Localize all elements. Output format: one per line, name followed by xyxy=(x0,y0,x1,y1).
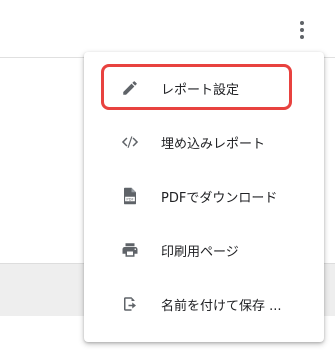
app-header xyxy=(0,0,335,58)
menu-item-embed-report[interactable]: 埋め込みレポート xyxy=(84,115,324,169)
menu-item-label: レポート設定 xyxy=(161,82,240,98)
svg-text:PDF: PDF xyxy=(126,198,133,202)
menu-item-label: 埋め込みレポート xyxy=(161,136,266,152)
code-icon xyxy=(119,131,141,153)
menu-item-report-settings[interactable]: レポート設定 xyxy=(84,61,324,115)
save-as-icon xyxy=(119,293,141,315)
pdf-file-icon: PDF xyxy=(119,185,141,207)
menu-item-label: 名前を付けて保存 ... xyxy=(161,298,282,314)
printer-icon xyxy=(119,239,141,261)
report-options-menu: レポート設定 埋め込みレポート PDF PDFでダウンロード 印刷用ページ 名前… xyxy=(84,52,324,342)
menu-item-label: 印刷用ページ xyxy=(161,244,239,260)
more-options-icon[interactable] xyxy=(292,18,312,42)
menu-item-download-pdf[interactable]: PDF PDFでダウンロード xyxy=(84,169,324,223)
menu-item-print-page[interactable]: 印刷用ページ xyxy=(84,223,324,277)
pencil-icon xyxy=(119,77,141,99)
menu-item-label: PDFでダウンロード xyxy=(161,190,278,206)
menu-item-save-as[interactable]: 名前を付けて保存 ... xyxy=(84,277,324,331)
